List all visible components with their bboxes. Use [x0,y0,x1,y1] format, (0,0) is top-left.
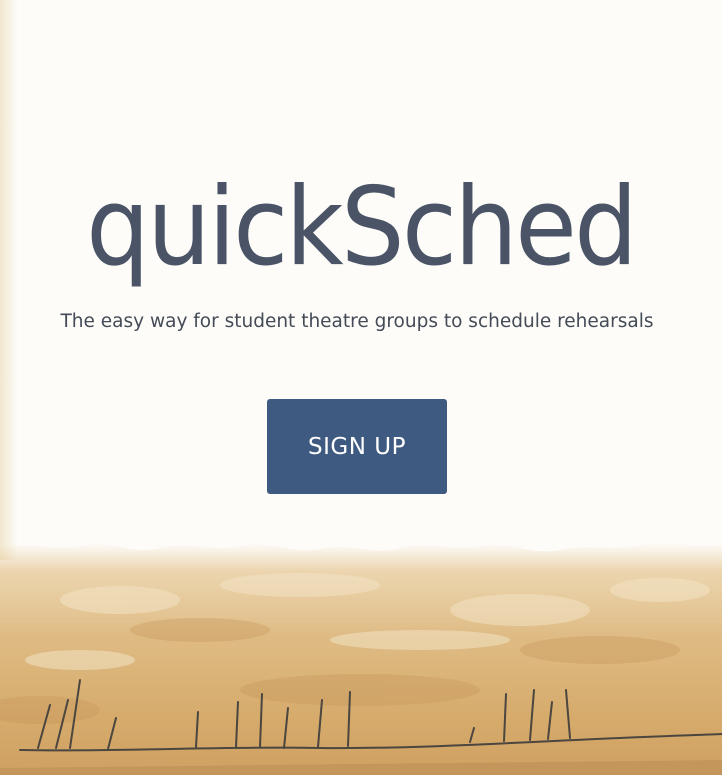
left-edge-tint [0,0,18,560]
watercolor-landscape-background [0,0,722,775]
brand-logo-text: quickSched [86,165,638,290]
sign-up-button[interactable]: SIGN UP [267,399,447,494]
tagline: The easy way for student theatre groups … [60,311,654,332]
